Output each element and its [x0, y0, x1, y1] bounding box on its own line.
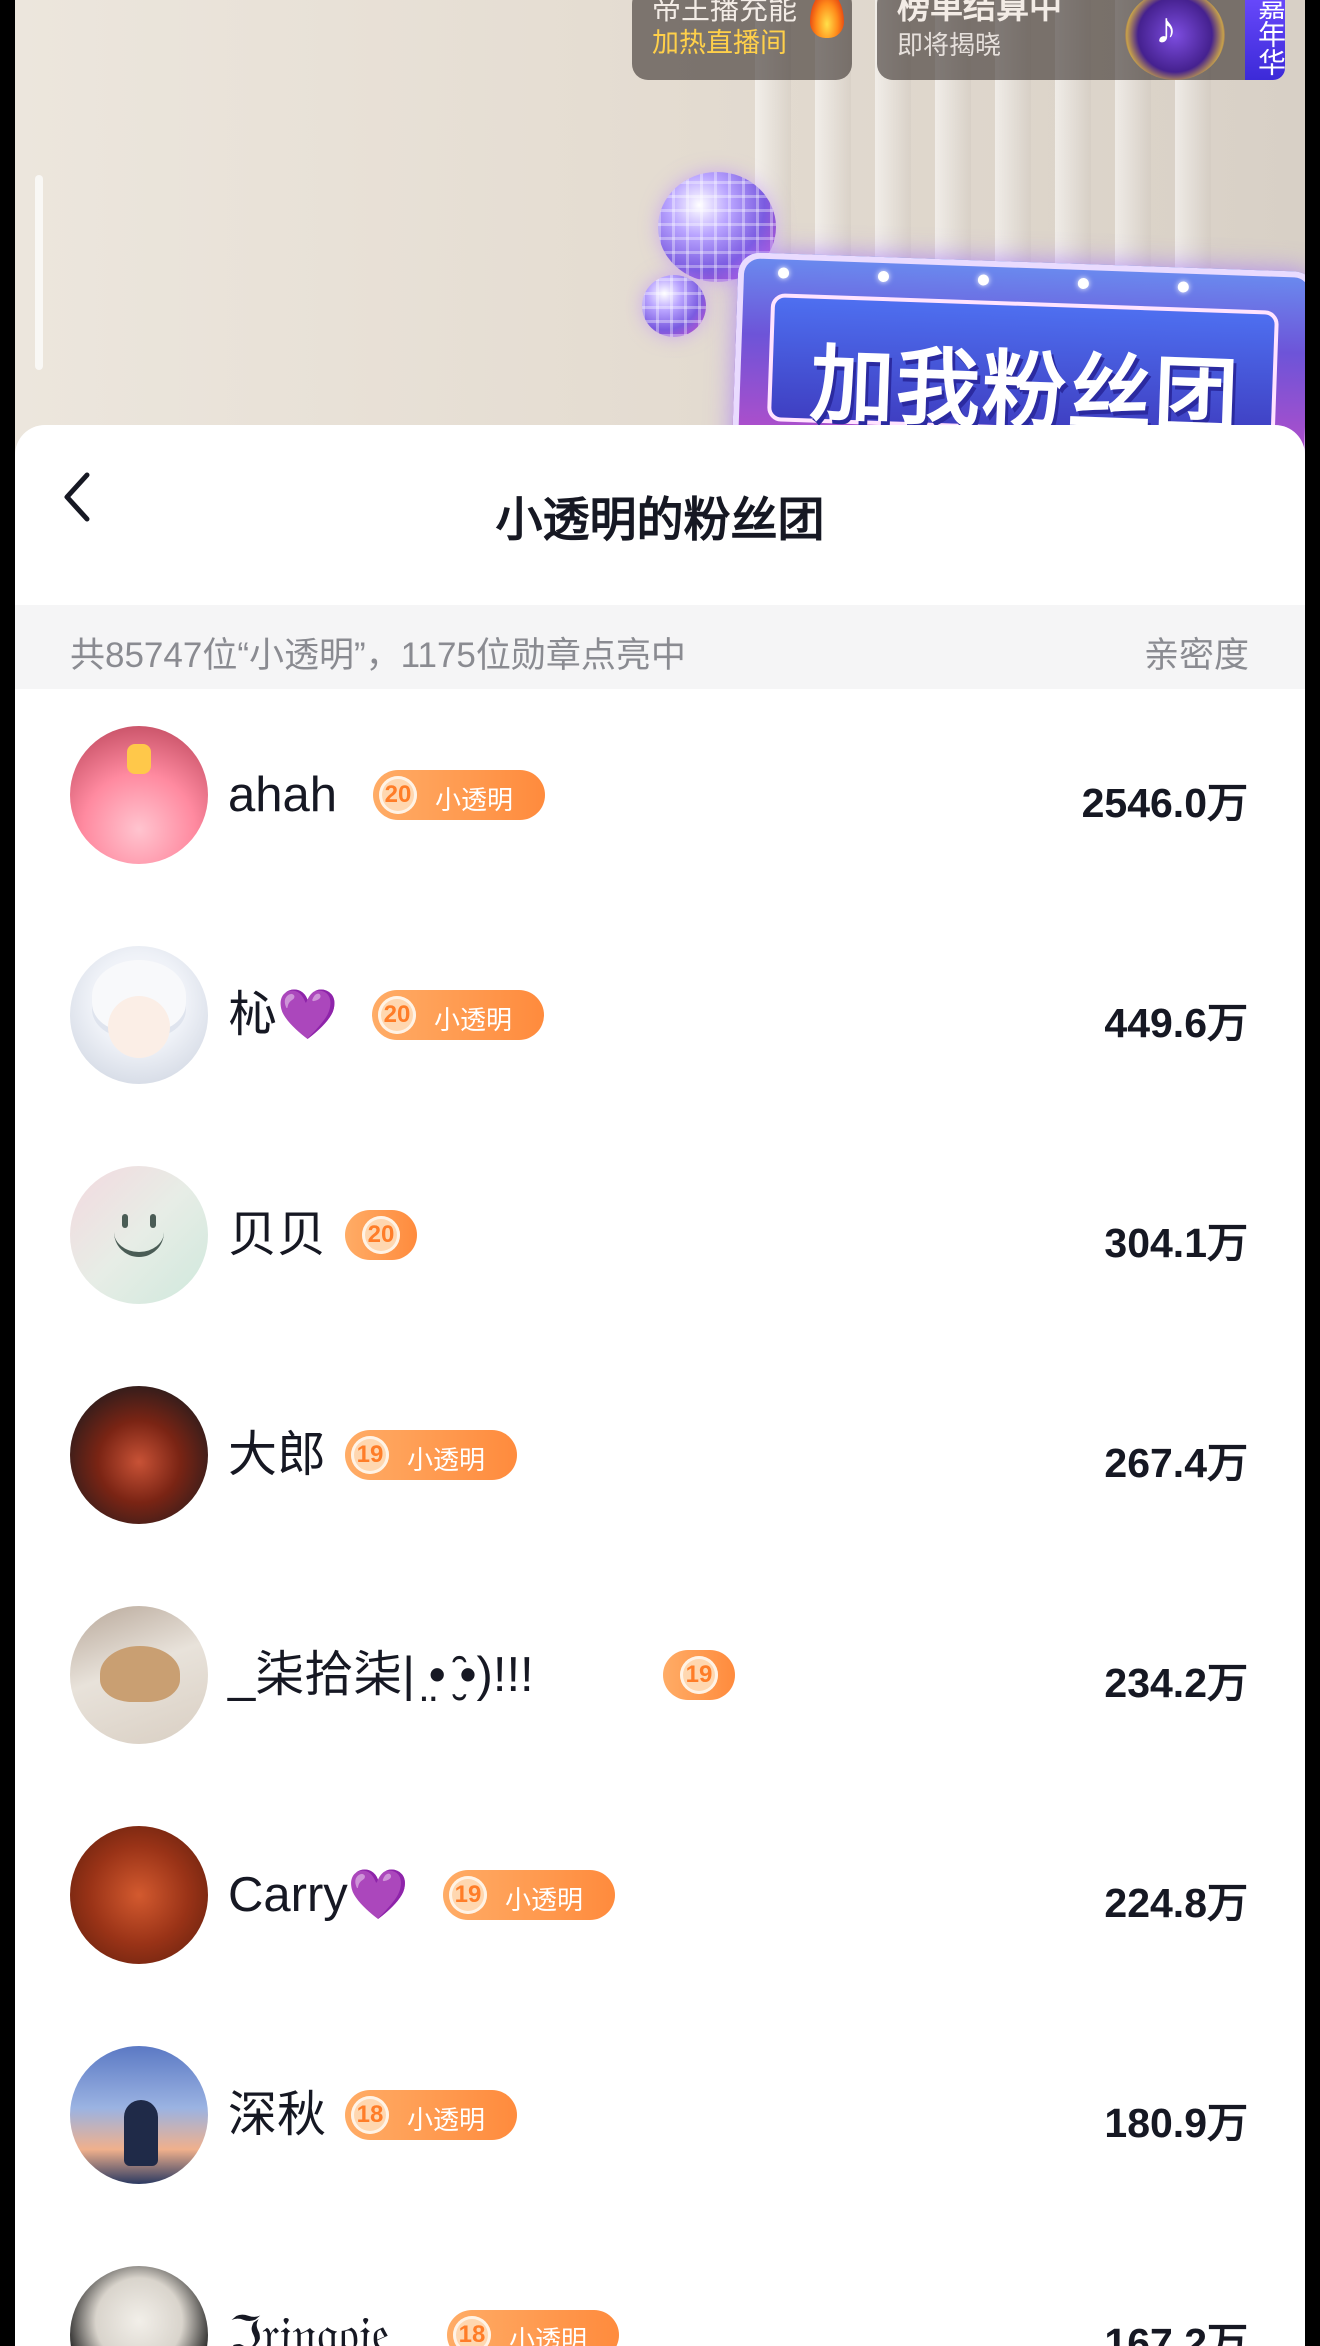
heat-card-action: 加热直播间 — [652, 28, 787, 58]
list-item[interactable]: 大郎 19 小透明 267.4万 — [15, 1349, 1305, 1569]
wall-light — [35, 175, 43, 370]
disco-ball-icon — [642, 275, 706, 337]
fan-badge-name: 小透明 — [505, 1885, 584, 1915]
avatar[interactable] — [70, 1826, 208, 1964]
intimacy-column-header: 亲密度 — [1143, 636, 1249, 675]
intimacy-score: 234.2万 — [1104, 1660, 1248, 1706]
page-title: 小透明的粉丝团 — [495, 493, 825, 546]
live-room-background: 帝王播充能 加热直播间 榜单结算中 即将揭晓 ♪ 嘉年华 加我粉丝团 — [15, 0, 1305, 478]
fan-badge-name: 小透明 — [509, 2325, 588, 2346]
banner-bulb — [1077, 277, 1090, 290]
intimacy-score: 267.4万 — [1104, 1440, 1248, 1486]
fan-level: 19 — [449, 1876, 487, 1914]
member-summary: 共85747位“小透明”，1175位勋章点亮中 — [70, 636, 686, 675]
fire-icon — [810, 0, 844, 38]
banner-bulb — [977, 274, 990, 286]
username: 深秋 — [228, 2088, 327, 2142]
fan-badge-name: 小透明 — [407, 2105, 486, 2135]
fan-badge: 18 小透明 — [447, 2310, 619, 2346]
fan-level: 19 — [680, 1656, 718, 1694]
intimacy-score: 449.6万 — [1104, 1000, 1248, 1046]
summary-bar: 共85747位“小透明”，1175位勋章点亮中 亲密度 — [15, 605, 1305, 689]
fan-badge: 19 小透明 — [345, 1430, 517, 1480]
intimacy-score: 180.9万 — [1104, 2100, 1248, 2146]
username: _柒拾柒| ̤• ̮̑•)!!! — [228, 1648, 534, 1702]
avatar[interactable] — [70, 2266, 208, 2346]
banner-bulb — [777, 267, 790, 279]
username: 大郎 — [228, 1428, 327, 1482]
avatar[interactable] — [70, 726, 208, 864]
ranking-card-title: 榜单结算中 — [897, 0, 1062, 25]
intimacy-score: 167.2万 — [1104, 2320, 1248, 2346]
avatar[interactable] — [70, 2046, 208, 2184]
list-item[interactable]: Carry💜 19 小透明 224.8万 — [15, 1789, 1305, 2009]
fan-badge-name: 小透明 — [435, 785, 514, 815]
username: ℑ𝔯𝔦𝔫𝔤𝔬𝔦𝔢 — [228, 2308, 390, 2346]
list-item[interactable]: 贝贝 20 304.1万 — [15, 1129, 1305, 1349]
fan-level: 18 — [453, 2316, 491, 2346]
fan-level: 20 — [379, 776, 417, 814]
list-item[interactable]: ℑ𝔯𝔦𝔫𝔤𝔬𝔦𝔢 18 小透明 167.2万 — [15, 2229, 1305, 2346]
fan-badge-name: 小透明 — [434, 1005, 513, 1035]
avatar[interactable] — [70, 1386, 208, 1524]
banner-plate: 加我粉丝团 — [766, 293, 1280, 446]
banner-bulb — [1177, 281, 1189, 293]
carnival-tag: 嘉年华 — [1245, 0, 1286, 80]
list-item[interactable]: 深秋 18 小透明 180.9万 — [15, 2009, 1305, 2229]
fan-level: 18 — [351, 2096, 389, 2134]
list-item[interactable]: 杺💜 20 小透明 449.6万 — [15, 909, 1305, 1129]
list-item[interactable]: ahah 20 小透明 2546.0万 — [15, 689, 1305, 909]
username: 杺💜 — [228, 988, 339, 1042]
ranking-card-subtitle: 即将揭晓 — [897, 30, 1002, 60]
intimacy-score: 304.1万 — [1104, 1220, 1248, 1266]
fan-badge: 19 小透明 — [443, 1870, 615, 1920]
avatar[interactable] — [70, 1166, 208, 1304]
username: 贝贝 — [228, 1208, 327, 1262]
fan-level: 20 — [362, 1216, 400, 1254]
fan-badge: 20 小透明 — [373, 770, 545, 820]
intimacy-score: 2546.0万 — [1081, 780, 1248, 826]
fan-badge: 19 — [663, 1650, 735, 1700]
intimacy-score: 224.8万 — [1104, 1880, 1248, 1926]
fan-club-sheet: 小透明的粉丝团 共85747位“小透明”，1175位勋章点亮中 亲密度 ahah… — [15, 425, 1305, 2346]
fan-level: 20 — [378, 996, 416, 1034]
username: Carry💜 — [228, 1868, 409, 1922]
fan-badge-name: 小透明 — [407, 1445, 486, 1475]
banner-bulb — [877, 270, 890, 283]
fan-badge: 18 小透明 — [345, 2090, 517, 2140]
fan-badge: 20 — [345, 1210, 417, 1260]
heat-live-room-card[interactable]: 帝王播充能 加热直播间 — [632, 0, 852, 80]
fan-badge: 20 小透明 — [372, 990, 544, 1040]
screen: 帝王播充能 加热直播间 榜单结算中 即将揭晓 ♪ 嘉年华 加我粉丝团 小透明的粉… — [15, 0, 1305, 2346]
avatar[interactable] — [70, 946, 208, 1084]
avatar[interactable] — [70, 1606, 208, 1744]
fan-level: 19 — [351, 1436, 389, 1474]
username: ahah — [228, 768, 338, 822]
list-item[interactable]: _柒拾柒| ̤• ̮̑•)!!! 19 234.2万 — [15, 1569, 1305, 1789]
